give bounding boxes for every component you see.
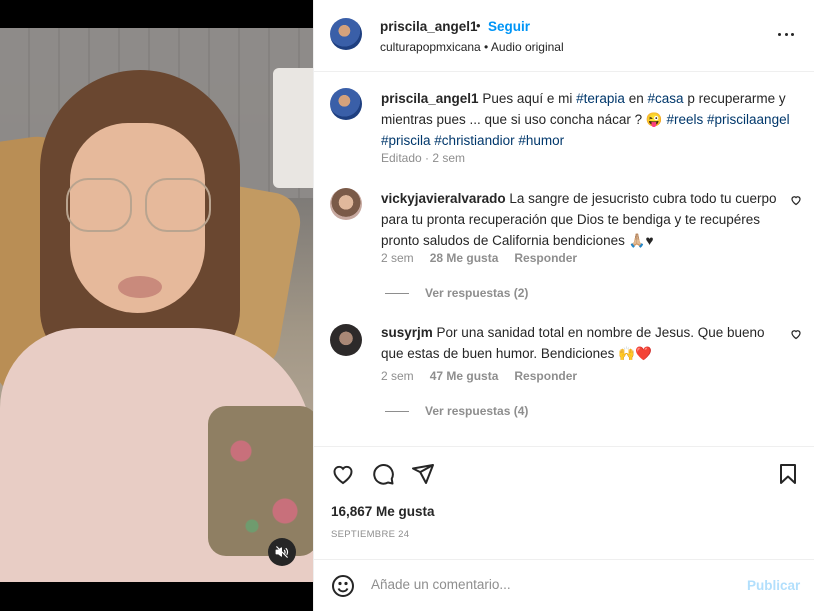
comment-meta: 2 sem 47 Me gusta Responder: [381, 369, 577, 383]
lamp: [273, 68, 313, 188]
emoji-icon[interactable]: [331, 574, 355, 598]
comment-bubble-icon[interactable]: [371, 462, 395, 486]
speaker-muted-icon: [275, 546, 289, 558]
add-comment-bar: Publicar: [314, 559, 814, 611]
commenter-avatar[interactable]: [330, 188, 362, 220]
save-bookmark-icon[interactable]: [776, 462, 800, 486]
author-username[interactable]: priscila_angel1: [380, 19, 478, 34]
publish-button[interactable]: Publicar: [747, 578, 800, 593]
commenter-avatar[interactable]: [330, 324, 362, 356]
hashtag-link[interactable]: #priscila: [381, 133, 431, 148]
comment-time: 2 sem: [381, 369, 414, 383]
handbag: [208, 406, 313, 556]
post-date: SEPTIEMBRE 24: [331, 529, 410, 540]
caption-username[interactable]: priscila_angel1: [381, 91, 479, 106]
hashtag-link[interactable]: #reels: [666, 112, 703, 127]
commenter-username[interactable]: susyrjm: [381, 325, 433, 340]
comment-text: vickyjavieralvarado La sangre de jesucri…: [381, 188, 781, 251]
caption-meta: Editado · 2 sem: [381, 151, 466, 165]
view-replies-button[interactable]: Ver respuestas (4): [385, 404, 528, 418]
reply-button[interactable]: Responder: [514, 369, 577, 383]
post-header: priscila_angel1 • Seguir culturapopmxica…: [314, 0, 814, 72]
hashtag-link[interactable]: #humor: [518, 133, 564, 148]
post-details-panel: priscila_angel1 • Seguir culturapopmxica…: [313, 0, 814, 611]
commenter-username[interactable]: vickyjavieralvarado: [381, 191, 506, 206]
hashtag-link[interactable]: #terapia: [576, 91, 625, 106]
comment-input[interactable]: [371, 577, 731, 592]
glasses: [66, 178, 211, 238]
like-heart-icon[interactable]: [331, 462, 355, 486]
comment-time: 2 sem: [381, 251, 414, 265]
hashtag-link[interactable]: #priscilaangel: [707, 112, 790, 127]
author-avatar[interactable]: [330, 18, 362, 50]
separator-dot: •: [476, 18, 481, 33]
more-options-button[interactable]: [778, 33, 794, 39]
like-comment-heart-icon[interactable]: [790, 194, 802, 206]
likes-count[interactable]: 16,867 Me gusta: [331, 504, 435, 519]
comment-likes[interactable]: 47 Me gusta: [430, 369, 499, 383]
like-comment-heart-icon[interactable]: [790, 328, 802, 340]
video-frame[interactable]: [0, 28, 313, 582]
hashtag-link[interactable]: #casa: [648, 91, 684, 106]
more-horizontal-icon: [778, 33, 781, 36]
caption-text: priscila_angel1 Pues aquí e mi #terapia …: [381, 88, 801, 151]
share-paper-plane-icon[interactable]: [411, 462, 435, 486]
post-media[interactable]: [0, 0, 313, 611]
reply-button[interactable]: Responder: [514, 251, 577, 265]
post-actions: 16,867 Me gusta SEPTIEMBRE 24 Publicar: [314, 446, 814, 611]
caption-segment: en: [628, 91, 644, 106]
caption-segment: Pues aquí e mi: [482, 91, 573, 106]
mute-toggle-button[interactable]: [268, 538, 296, 566]
audio-subtitle[interactable]: culturapopmxicana • Audio original: [380, 40, 564, 54]
comment-meta: 2 sem 28 Me gusta Responder: [381, 251, 577, 265]
hashtag-link[interactable]: #christiandior: [434, 133, 514, 148]
comment-text: susyrjm Por una sanidad total en nombre …: [381, 322, 781, 364]
lips: [118, 276, 162, 298]
follow-button[interactable]: Seguir: [488, 19, 530, 34]
comment-body: Por una sanidad total en nombre de Jesus…: [381, 325, 765, 361]
view-replies-button[interactable]: Ver respuestas (2): [385, 286, 528, 300]
comment-likes[interactable]: 28 Me gusta: [430, 251, 499, 265]
caption-avatar[interactable]: [330, 88, 362, 120]
